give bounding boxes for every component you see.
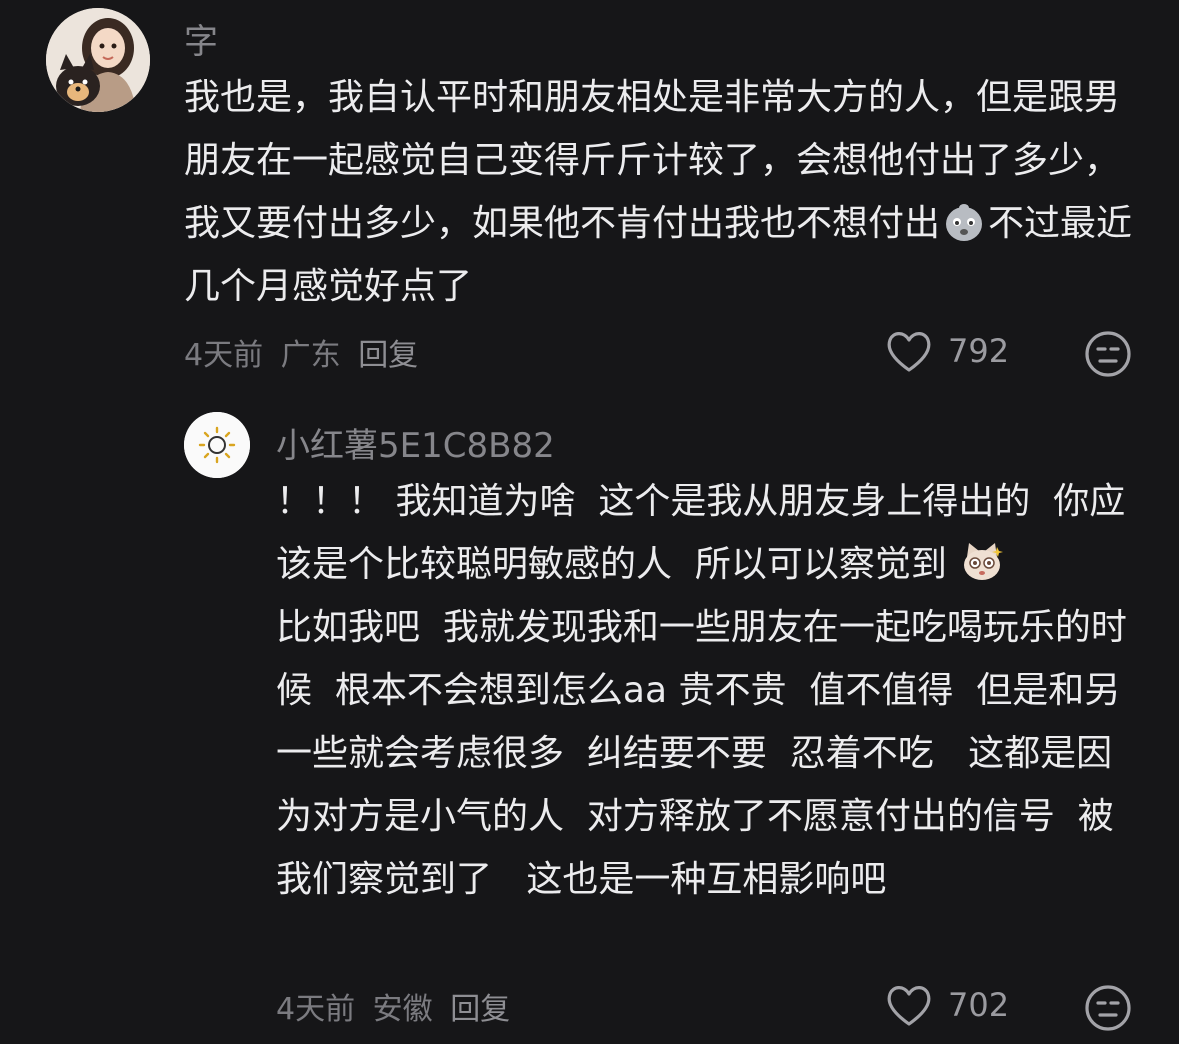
timestamp: 4天前 [184,338,264,373]
comment-text: 我也是，我自认平时和朋友相处是非常大方的人，但是跟男朋友在一起感觉自己变得斤斤计… [184,66,1144,318]
location: 广东 [280,338,341,373]
username[interactable]: 字 [184,14,218,63]
comment-text: ！！！ 我知道为啥 这个是我从朋友身上得出的 你应该是个比较聪明敏感的人 所以可… [276,470,1146,911]
comment-meta: 4天前 安徽 回复 [276,984,518,1028]
timestamp: 4天前 [276,992,356,1027]
cat-face-emoji-icon [964,543,1004,580]
heart-icon [887,332,931,372]
dislike-face-icon[interactable] [1084,984,1132,1032]
avatar[interactable] [46,8,150,112]
reply-comment-item: 小红薯5E1C8B82 ！！！ 我知道为啥 这个是我从朋友身上得出的 你应该是个… [0,400,1179,1044]
location: 安徽 [372,992,433,1027]
comment-item: 字 我也是，我自认平时和朋友相处是非常大方的人，但是跟男朋友在一起感觉自己变得斤… [0,0,1179,390]
dislike-face-icon[interactable] [1084,330,1132,378]
like-button[interactable]: 792 [884,328,1009,374]
heart-icon [887,986,931,1026]
like-button[interactable]: 702 [884,982,1009,1028]
reply-button[interactable]: 回复 [450,992,510,1027]
like-count: 702 [948,986,1010,1024]
reply-button[interactable]: 回复 [358,338,418,373]
sad-face-emoji-icon [946,204,983,241]
comment-meta: 4天前 广东 回复 [184,330,426,374]
username[interactable]: 小红薯5E1C8B82 [276,418,555,467]
comment-text-part: 比如我吧 我就发现我和一些朋友在一起吃喝玩乐的时候 根本不会想到怎么aa 贵不贵… [276,607,1127,900]
avatar[interactable] [184,412,250,478]
like-count: 792 [948,332,1010,370]
